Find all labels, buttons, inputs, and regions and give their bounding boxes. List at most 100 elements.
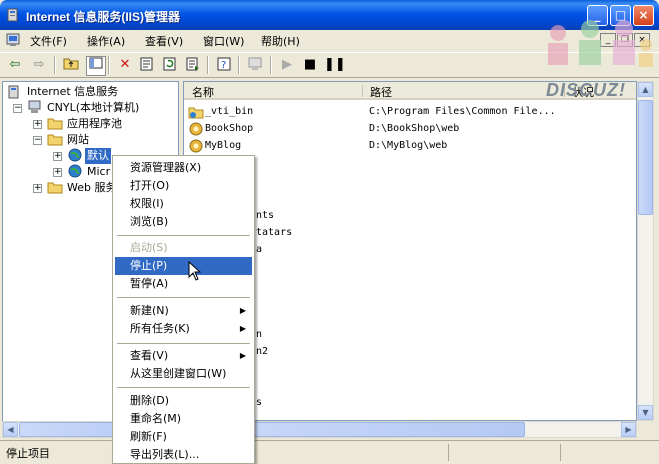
tree-micro-site-label[interactable]: Micr: [87, 164, 110, 180]
toolbar-separator: [238, 56, 240, 74]
web-app-icon: [189, 122, 203, 136]
context-menu: 资源管理器(X) 打开(O) 权限(I) 浏览(B) 启动(S) 停止(P) 暂…: [112, 155, 255, 464]
expand-icon[interactable]: +: [33, 120, 42, 129]
row-path: D:\BookShop\web: [369, 123, 460, 134]
iis-root-icon: [8, 85, 19, 99]
row-name: _vti_bin: [205, 106, 254, 117]
toolbar-separator: [54, 56, 56, 74]
scroll-left-icon[interactable]: ◀: [3, 422, 18, 437]
menu-item-new-window[interactable]: 从这里创建窗口(W): [115, 365, 252, 383]
menu-item-refresh[interactable]: 刷新(F): [115, 428, 252, 446]
submenu-arrow-icon: ▶: [239, 306, 246, 315]
web-app-icon: [189, 139, 203, 153]
list-row-partial[interactable]: n: [256, 327, 262, 343]
folder-icon: [47, 118, 63, 130]
help-icon[interactable]: ?: [215, 56, 233, 74]
toolbar-separator: [207, 56, 209, 74]
menu-window[interactable]: 窗口(W): [203, 33, 244, 49]
refresh-icon[interactable]: [161, 56, 179, 74]
list-row-partial[interactable]: s: [256, 395, 262, 411]
iis-manager-window: Internet 信息服务(IIS)管理器 _ □ × 文件(F) 操作(A) …: [0, 0, 659, 464]
globe-icon: [68, 148, 82, 162]
folder-icon: [188, 107, 204, 119]
menu-item-view-label: 查看(V): [130, 349, 169, 362]
menu-action[interactable]: 操作(A): [87, 33, 125, 49]
menu-item-new[interactable]: 新建(N) ▶: [115, 302, 252, 320]
scroll-down-icon[interactable]: ▼: [638, 405, 653, 420]
stop-icon[interactable]: ■: [301, 56, 319, 74]
submenu-arrow-icon: ▶: [239, 351, 246, 360]
tree-root-label[interactable]: Internet 信息服务: [27, 84, 118, 100]
watermark-text: DISCUZ!: [546, 80, 626, 100]
tree-computer-label[interactable]: CNYL(本地计算机): [47, 100, 139, 116]
menu-item-delete[interactable]: 删除(D): [115, 392, 252, 410]
row-name: MyBlog: [205, 140, 242, 151]
show-tree-icon[interactable]: [86, 56, 106, 76]
menu-separator: [117, 297, 250, 298]
menu-separator: [117, 235, 250, 236]
collapse-icon[interactable]: −: [13, 104, 22, 113]
tree-websites-label[interactable]: 网站: [67, 132, 89, 148]
menu-item-start[interactable]: 启动(S): [115, 239, 252, 257]
menu-item-view[interactable]: 查看(V) ▶: [115, 347, 252, 365]
export-list-icon[interactable]: [184, 56, 202, 74]
expand-icon[interactable]: +: [53, 168, 62, 177]
status-bar: 停止项目: [0, 440, 659, 464]
row-name: BookShop: [205, 123, 254, 134]
menu-item-permissions[interactable]: 权限(I): [115, 195, 252, 213]
menu-item-all-tasks[interactable]: 所有任务(K) ▶: [115, 320, 252, 338]
menu-item-open[interactable]: 打开(O): [115, 177, 252, 195]
menu-separator: [117, 387, 250, 388]
forward-arrow-icon[interactable]: ⇨: [30, 56, 48, 74]
status-divider: [560, 444, 561, 461]
menu-item-pause[interactable]: 暂停(A): [115, 275, 252, 293]
column-divider[interactable]: [362, 85, 363, 97]
delete-icon[interactable]: ✕: [116, 56, 134, 74]
list-row-partial[interactable]: n2: [256, 344, 268, 360]
toolbar-separator: [108, 56, 110, 74]
column-name-header[interactable]: 名称: [192, 84, 214, 100]
list-row-partial[interactable]: nts: [256, 208, 274, 224]
folder-icon: [47, 182, 63, 194]
scroll-right-icon[interactable]: ▶: [621, 422, 636, 437]
start-icon[interactable]: ▶: [278, 56, 296, 74]
list-row-partial[interactable]: tatars: [256, 225, 292, 241]
collapse-icon[interactable]: −: [33, 136, 42, 145]
status-text: 停止项目: [6, 447, 50, 460]
toolbar-separator: [270, 56, 272, 74]
expand-icon[interactable]: +: [53, 152, 62, 161]
computer-icon: [28, 100, 41, 113]
menu-item-browse[interactable]: 浏览(B): [115, 213, 252, 231]
folder-icon: [47, 134, 63, 146]
list-row-partial[interactable]: a: [256, 242, 262, 258]
tree-app-pools-label[interactable]: 应用程序池: [67, 116, 122, 132]
menu-item-all-tasks-label: 所有任务(K): [130, 322, 190, 335]
computer-icon[interactable]: [246, 56, 264, 74]
globe-icon: [68, 164, 82, 178]
properties-icon[interactable]: [138, 56, 156, 74]
menu-file[interactable]: 文件(F): [30, 33, 67, 49]
menu-separator: [117, 343, 250, 344]
menu-item-stop[interactable]: 停止(P): [115, 257, 252, 281]
pause-icon[interactable]: ❚❚: [324, 56, 346, 74]
console-icon[interactable]: [6, 33, 20, 47]
menu-item-explorer[interactable]: 资源管理器(X): [115, 159, 252, 177]
submenu-arrow-icon: ▶: [239, 324, 246, 333]
row-path: D:\MyBlog\web: [369, 140, 448, 151]
tree-default-site-label[interactable]: 默认: [85, 148, 111, 164]
list-vertical-scrollbar[interactable]: ▲ ▼: [637, 81, 654, 421]
tree-web-ext-label[interactable]: Web 服务: [67, 180, 116, 196]
menu-item-export-list[interactable]: 导出列表(L)...: [115, 446, 252, 464]
column-path-header[interactable]: 路径: [370, 84, 392, 100]
menu-view[interactable]: 查看(V): [145, 33, 183, 49]
iis-app-icon: [7, 8, 18, 22]
menu-item-stop-label: 停止(P): [130, 259, 168, 272]
row-path: C:\Program Files\Common File...: [369, 106, 556, 117]
menu-item-rename[interactable]: 重命名(M): [115, 410, 252, 428]
back-arrow-icon[interactable]: ⇦: [6, 56, 24, 74]
status-divider: [448, 444, 449, 461]
up-folder-icon[interactable]: [62, 56, 80, 74]
list-scroll-thumb[interactable]: [638, 100, 653, 215]
expand-icon[interactable]: +: [33, 184, 42, 193]
menu-help[interactable]: 帮助(H): [261, 33, 300, 49]
